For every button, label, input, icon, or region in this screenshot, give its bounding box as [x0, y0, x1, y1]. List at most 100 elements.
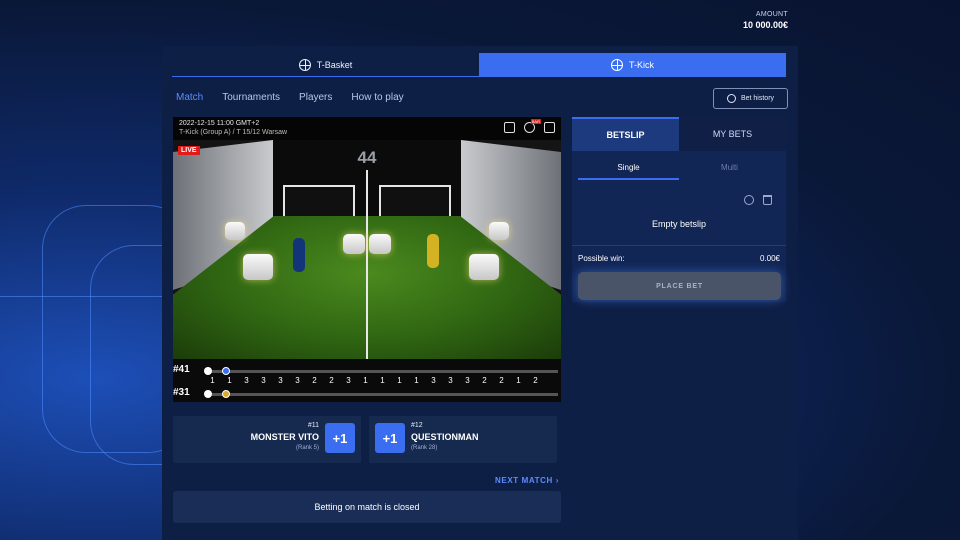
timeline-number: 1	[227, 376, 232, 385]
nav-how-to-play[interactable]: How to play	[351, 92, 403, 103]
target-wall-left	[283, 185, 355, 219]
tab-my-bets[interactable]: MY BETS	[679, 117, 786, 151]
pitch-midline	[366, 170, 368, 359]
sound-icon[interactable]	[504, 122, 515, 133]
ball-pod	[489, 222, 509, 240]
decorative-line	[0, 296, 165, 297]
match-timeline: #41 1 1 3 3 3 3 2 2 3 1 1 1 1 3 3 3 2 2 …	[173, 359, 561, 402]
timeline-bottom-track	[206, 393, 558, 396]
bet-history-label: Bet history	[740, 95, 775, 102]
timeline-number: 3	[278, 376, 283, 385]
timeline-number: 2	[482, 376, 487, 385]
timeline-number: 3	[431, 376, 436, 385]
timeline-number: 1	[210, 376, 215, 385]
ball-pod	[243, 254, 273, 280]
tab-multi[interactable]: Multi	[679, 163, 780, 180]
match-league: T-Kick (Group A) / T 15/12 Warsaw	[179, 129, 288, 136]
team-card-home: #11 MONSTER VITO (Rank 5) +1	[173, 416, 361, 463]
ball-pod	[225, 222, 245, 240]
chevron-right-icon: ›	[555, 476, 559, 485]
tab-single[interactable]: Single	[578, 163, 679, 180]
timeline-number: 3	[295, 376, 300, 385]
betslip-panel: BETSLIP MY BETS Single Multi Empty betsl…	[572, 117, 786, 302]
team-number: #12	[411, 422, 423, 429]
team-rank: (Rank 5)	[295, 445, 319, 451]
sub-navigation: Match Tournaments Players How to play	[176, 92, 423, 103]
basketball-icon	[298, 58, 311, 71]
plus-one-button-home[interactable]: +1	[325, 423, 355, 453]
main-panel: T-Basket T-Kick Match Tournaments Player…	[162, 46, 798, 540]
ball-pod	[369, 234, 391, 254]
timeline-number: 2	[533, 376, 538, 385]
timeline-bottom-marker[interactable]	[222, 390, 230, 398]
betslip-tabs: BETSLIP MY BETS	[572, 117, 786, 151]
fullscreen-icon[interactable]	[544, 122, 555, 133]
possible-win-value: 0.00€	[759, 254, 780, 263]
betting-closed-banner: Betting on match is closed	[173, 491, 561, 523]
bet-history-button[interactable]: Bet history	[713, 88, 788, 109]
player-blue	[293, 238, 305, 272]
timeline-number: 3	[346, 376, 351, 385]
timeline-top-marker[interactable]	[222, 367, 230, 375]
nav-players[interactable]: Players	[299, 92, 332, 103]
video-player[interactable]: 2022-12-15 11:00 GMT+2 T-Kick (Group A) …	[173, 117, 561, 402]
trash-icon[interactable]	[763, 195, 772, 205]
betting-closed-text: Betting on match is closed	[314, 502, 420, 512]
match-datetime: 2022-12-15 11:00 GMT+2	[179, 120, 260, 127]
tab-label: T-Kick	[628, 59, 654, 70]
ball-pod	[469, 254, 499, 280]
timeline-number: 1	[380, 376, 385, 385]
team-number: #11	[307, 422, 319, 429]
next-match-link[interactable]: NEXT MATCH ›	[495, 476, 559, 485]
timeline-numbers: 1 1 3 3 3 3 2 2 3 1 1 1 1 3 3 3 2 2 1 2	[204, 376, 544, 385]
ticket-icon	[726, 94, 736, 103]
ball-pod	[343, 234, 365, 254]
arena-scoreboard: 44	[357, 148, 377, 167]
amount-value: 10 000.00€	[742, 20, 788, 30]
team-rank: (Rank 28)	[411, 445, 438, 451]
target-wall-right	[379, 185, 451, 219]
empty-betslip-text: Empty betslip	[651, 219, 707, 229]
tab-t-basket[interactable]: T-Basket	[172, 53, 479, 76]
timeline-number: 3	[448, 376, 453, 385]
game-tabs: T-Basket T-Kick	[172, 53, 786, 77]
tab-betslip[interactable]: BETSLIP	[572, 117, 679, 151]
plus-one-button-away[interactable]: +1	[375, 423, 405, 453]
timeline-number: 1	[414, 376, 419, 385]
place-bet-button[interactable]: PLACE BET	[578, 272, 781, 300]
timeline-number: 1	[397, 376, 402, 385]
team-name: MONSTER VITO	[250, 432, 319, 442]
timeline-top-label: #41	[173, 364, 190, 375]
timeline-number: 2	[312, 376, 317, 385]
video-header: 2022-12-15 11:00 GMT+2 T-Kick (Group A) …	[173, 117, 561, 140]
basketball-icon	[610, 58, 623, 71]
team-card-away: +1 #12 QUESTIONMAN (Rank 28)	[369, 416, 557, 463]
tab-label: T-Basket	[316, 59, 353, 70]
timeline-number: 3	[244, 376, 249, 385]
live-badge: LIVE	[178, 146, 200, 155]
possible-win-label: Possible win:	[578, 254, 625, 263]
balance: AMOUNT 10 000.00€	[743, 11, 788, 30]
timeline-number: 3	[465, 376, 470, 385]
timeline-start-knob	[204, 367, 212, 375]
timeline-number: 2	[329, 376, 334, 385]
timeline-number: 2	[499, 376, 504, 385]
timeline-start-knob	[204, 390, 212, 398]
divider	[572, 245, 786, 246]
timeline-number: 3	[261, 376, 266, 385]
timeline-bottom-label: #31	[173, 387, 190, 398]
betslip-subtabs: Single Multi	[578, 163, 780, 180]
next-match-label: NEXT MATCH	[495, 476, 553, 485]
settings-icon[interactable]	[744, 195, 754, 205]
player-yellow	[427, 234, 439, 268]
stats-icon[interactable]: BAR	[524, 119, 541, 133]
tab-t-kick[interactable]: T-Kick	[479, 53, 786, 76]
match-video-frame: 44 LIVE	[173, 140, 561, 359]
timeline-top-track	[206, 370, 558, 373]
amount-label: AMOUNT	[755, 11, 788, 18]
nav-tournaments[interactable]: Tournaments	[222, 92, 280, 103]
team-name: QUESTIONMAN	[411, 432, 479, 442]
stats-badge: BAR	[530, 119, 541, 124]
nav-match[interactable]: Match	[176, 92, 203, 103]
timeline-number: 1	[363, 376, 368, 385]
